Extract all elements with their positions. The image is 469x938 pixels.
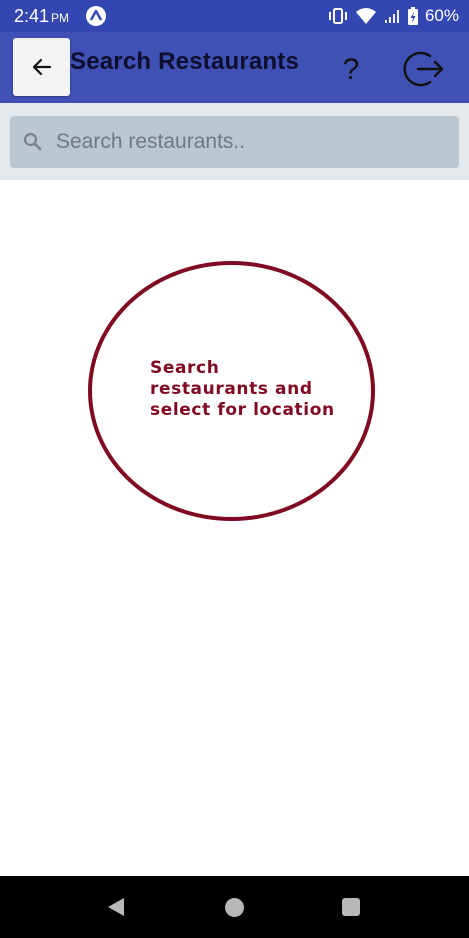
app-notification-icon [86, 6, 106, 26]
search-box[interactable] [10, 116, 459, 168]
hint-line-2: restaurants and [150, 379, 313, 399]
help-button[interactable]: ? [336, 50, 366, 90]
vibrate-icon [328, 8, 347, 24]
status-ampm: PM [51, 11, 70, 25]
search-bar-container [0, 103, 469, 180]
status-bar: 2:41 PM 60% [0, 0, 469, 32]
status-clock: 2:41 [14, 6, 50, 26]
logout-button[interactable] [400, 48, 446, 90]
search-input[interactable] [56, 116, 451, 168]
question-mark-icon: ? [342, 53, 360, 86]
back-button[interactable] [13, 38, 70, 96]
app-bar: Search Restaurants ? [0, 32, 469, 103]
app-screen: 2:41 PM 60% Search Restaurants ? Search … [0, 0, 469, 938]
page-title: Search Restaurants [70, 48, 300, 75]
expo-logo-icon [89, 9, 103, 21]
hint-text: Search restaurants and select for locati… [150, 358, 360, 421]
signal-icon [384, 10, 399, 23]
nav-home-icon[interactable] [225, 898, 244, 917]
search-icon [23, 132, 42, 151]
status-icons: 60% [327, 5, 459, 27]
hint-line-3: select for location [150, 400, 335, 420]
hint-line-1: Search [150, 358, 220, 378]
nav-recents-icon[interactable] [342, 898, 360, 916]
system-nav-bar [0, 876, 469, 938]
arrow-left-icon [32, 58, 51, 76]
status-time: 2:41 PM [14, 6, 69, 27]
wifi-icon [355, 8, 376, 24]
battery-percent: 60% [424, 6, 459, 25]
battery-charging-icon [407, 7, 418, 25]
logout-icon [403, 51, 444, 87]
nav-back-icon[interactable] [104, 895, 128, 919]
